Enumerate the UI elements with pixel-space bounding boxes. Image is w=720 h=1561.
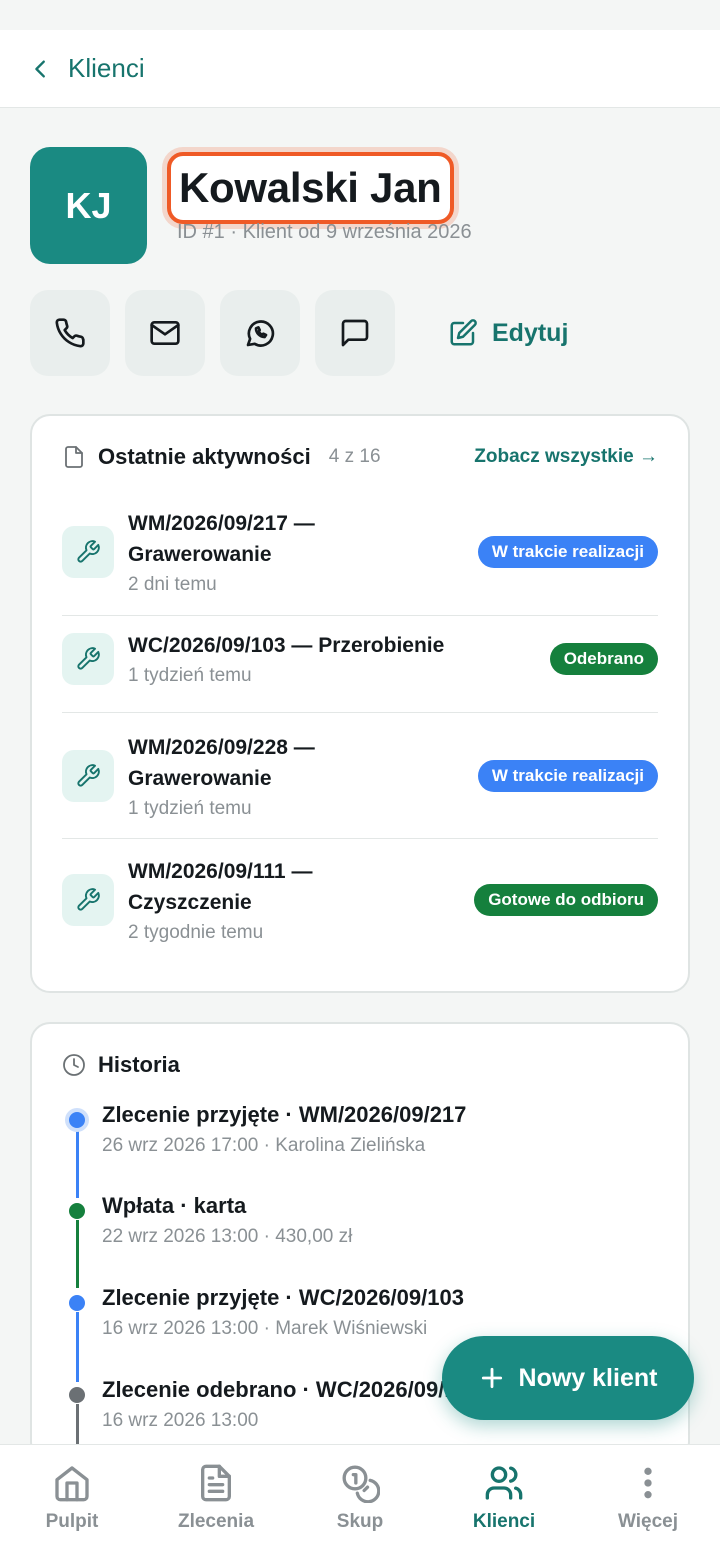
activity-title-line1: WM/2026/09/217 —: [128, 512, 315, 535]
divider: [62, 712, 658, 713]
timeline-dot: [69, 1295, 85, 1311]
action-bar: Edytuj: [30, 290, 568, 376]
coins-icon: [342, 1465, 380, 1503]
avatar: KJ: [30, 147, 147, 264]
timeline-line: [75, 1128, 79, 1198]
history-item-title: Zlecenie odebrano · WC/2026/09/103: [102, 1377, 482, 1402]
users-icon: [485, 1466, 523, 1500]
top-bar: Klienci: [0, 30, 720, 108]
activity-header: Ostatnie aktywności 4 z 16 Zobacz wszyst…: [62, 444, 658, 470]
client-meta: ID #1 · Klient od 9 września 2026: [177, 221, 472, 243]
history-title: Historia: [98, 1052, 180, 1077]
nav-item-skup[interactable]: Skup: [288, 1445, 432, 1561]
new-client-label: Nowy klient: [518, 1363, 658, 1392]
nav-item-zlecenia[interactable]: Zlecenia: [144, 1445, 288, 1561]
activity-count: 4 z 16: [328, 446, 381, 467]
timeline-dot: [69, 1387, 85, 1403]
edit-icon: [450, 319, 477, 346]
nav-label: Klienci: [472, 1511, 536, 1532]
email-button[interactable]: [125, 290, 205, 376]
home-icon: [55, 1466, 89, 1502]
sms-button[interactable]: [315, 290, 395, 376]
timeline-dot: [69, 1203, 85, 1219]
status-badge: W trakcie realizacji: [477, 536, 658, 568]
whatsapp-icon: [246, 320, 275, 347]
nav-item-wiecej[interactable]: Więcej: [576, 1445, 720, 1561]
status-badge: W trakcie realizacji: [477, 760, 658, 792]
activity-item[interactable]: WM/2026/09/217 — Grawerowanie 2 dni temu…: [62, 508, 658, 596]
file-icon: [62, 445, 86, 469]
edit-label: Edytuj: [492, 318, 569, 347]
divider: [62, 838, 658, 839]
status-badge: Gotowe do odbioru: [474, 884, 658, 916]
wrench-icon: [62, 750, 114, 802]
see-all-link[interactable]: Zobacz wszystkie →: [474, 446, 658, 468]
bottom-nav: Pulpit Zlecenia Skup Klienci Więcej: [0, 1444, 720, 1561]
history-item-title: Zlecenie przyjęte · WM/2026/09/217: [102, 1102, 467, 1127]
activity-time: 2 dni temu: [128, 574, 217, 595]
call-button[interactable]: [30, 290, 110, 376]
wrench-icon: [62, 632, 114, 685]
activity-title-line2: Grawerowanie: [128, 767, 272, 790]
activity-item[interactable]: WM/2026/09/111 — Czyszczenie 2 tygodnie …: [62, 856, 658, 944]
activity-time: 1 tydzień temu: [128, 798, 252, 819]
status-bar: [0, 0, 720, 30]
back-label: Klienci: [68, 53, 145, 83]
history-item-title: Wpłata · karta: [102, 1193, 247, 1218]
history-item-title: Zlecenie przyjęte · WC/2026/09/103: [102, 1285, 464, 1310]
nav-label: Skup: [336, 1511, 384, 1532]
timeline-line: [75, 1312, 79, 1382]
nav-label: Pulpit: [45, 1511, 99, 1532]
edit-button[interactable]: Edytuj: [448, 318, 568, 348]
nav-label: Zlecenia: [177, 1511, 255, 1532]
nav-item-pulpit[interactable]: Pulpit: [0, 1445, 144, 1561]
timeline-line: [75, 1220, 79, 1288]
client-profile: KJ Kowalski Jan ID #1 · Klient od 9 wrze…: [30, 147, 690, 265]
nav-item-klienci[interactable]: Klienci: [432, 1445, 576, 1561]
back-button[interactable]: Klienci: [30, 53, 145, 84]
history-item-sub: 22 wrz 2026 13:00 · 430,00 zł: [102, 1226, 353, 1247]
chevron-left-icon: [35, 59, 45, 78]
activity-title: Ostatnie aktywności: [98, 444, 311, 469]
whatsapp-button[interactable]: [220, 290, 300, 376]
activity-item[interactable]: WM/2026/09/228 — Grawerowanie 1 tydzień …: [62, 732, 658, 820]
clock-icon: [62, 1053, 86, 1077]
history-header: Historia: [62, 1052, 658, 1078]
activity-title-line2: Grawerowanie: [128, 543, 272, 566]
activity-title-line1: WM/2026/09/228 —: [128, 736, 315, 759]
history-item-sub: 16 wrz 2026 13:00: [102, 1410, 259, 1431]
message-icon: [341, 319, 369, 347]
activity-card: Ostatnie aktywności 4 z 16 Zobacz wszyst…: [30, 414, 690, 993]
new-client-button[interactable]: Nowy klient: [442, 1336, 694, 1420]
history-item-sub: 26 wrz 2026 17:00 · Karolina Zielińska: [102, 1135, 426, 1156]
client-name-box: Kowalski Jan: [167, 152, 454, 224]
activity-item[interactable]: WC/2026/09/103 — Przerobienie 1 tydzień …: [62, 630, 658, 687]
wrench-icon: [62, 874, 114, 926]
mail-icon: [150, 321, 180, 345]
client-name: Kowalski Jan: [179, 164, 442, 211]
activity-title-line2: Czyszczenie: [128, 891, 252, 914]
divider: [62, 615, 658, 616]
more-vertical-icon: [644, 1467, 652, 1499]
history-item-sub: 16 wrz 2026 13:00 · Marek Wiśniewski: [102, 1318, 428, 1339]
document-icon: [201, 1464, 231, 1502]
status-badge: Odebrano: [549, 642, 658, 675]
plus-icon: [481, 1367, 502, 1389]
wrench-icon: [62, 526, 114, 578]
timeline-dot: [65, 1108, 89, 1132]
activity-time: 1 tydzień temu: [128, 665, 252, 686]
activity-title-line1: WC/2026/09/103 — Przerobienie: [128, 634, 445, 657]
activity-time: 2 tygodnie temu: [128, 922, 264, 943]
nav-label: Więcej: [617, 1511, 679, 1532]
activity-title-line1: WM/2026/09/111 —: [128, 860, 313, 883]
phone-icon: [55, 318, 85, 348]
